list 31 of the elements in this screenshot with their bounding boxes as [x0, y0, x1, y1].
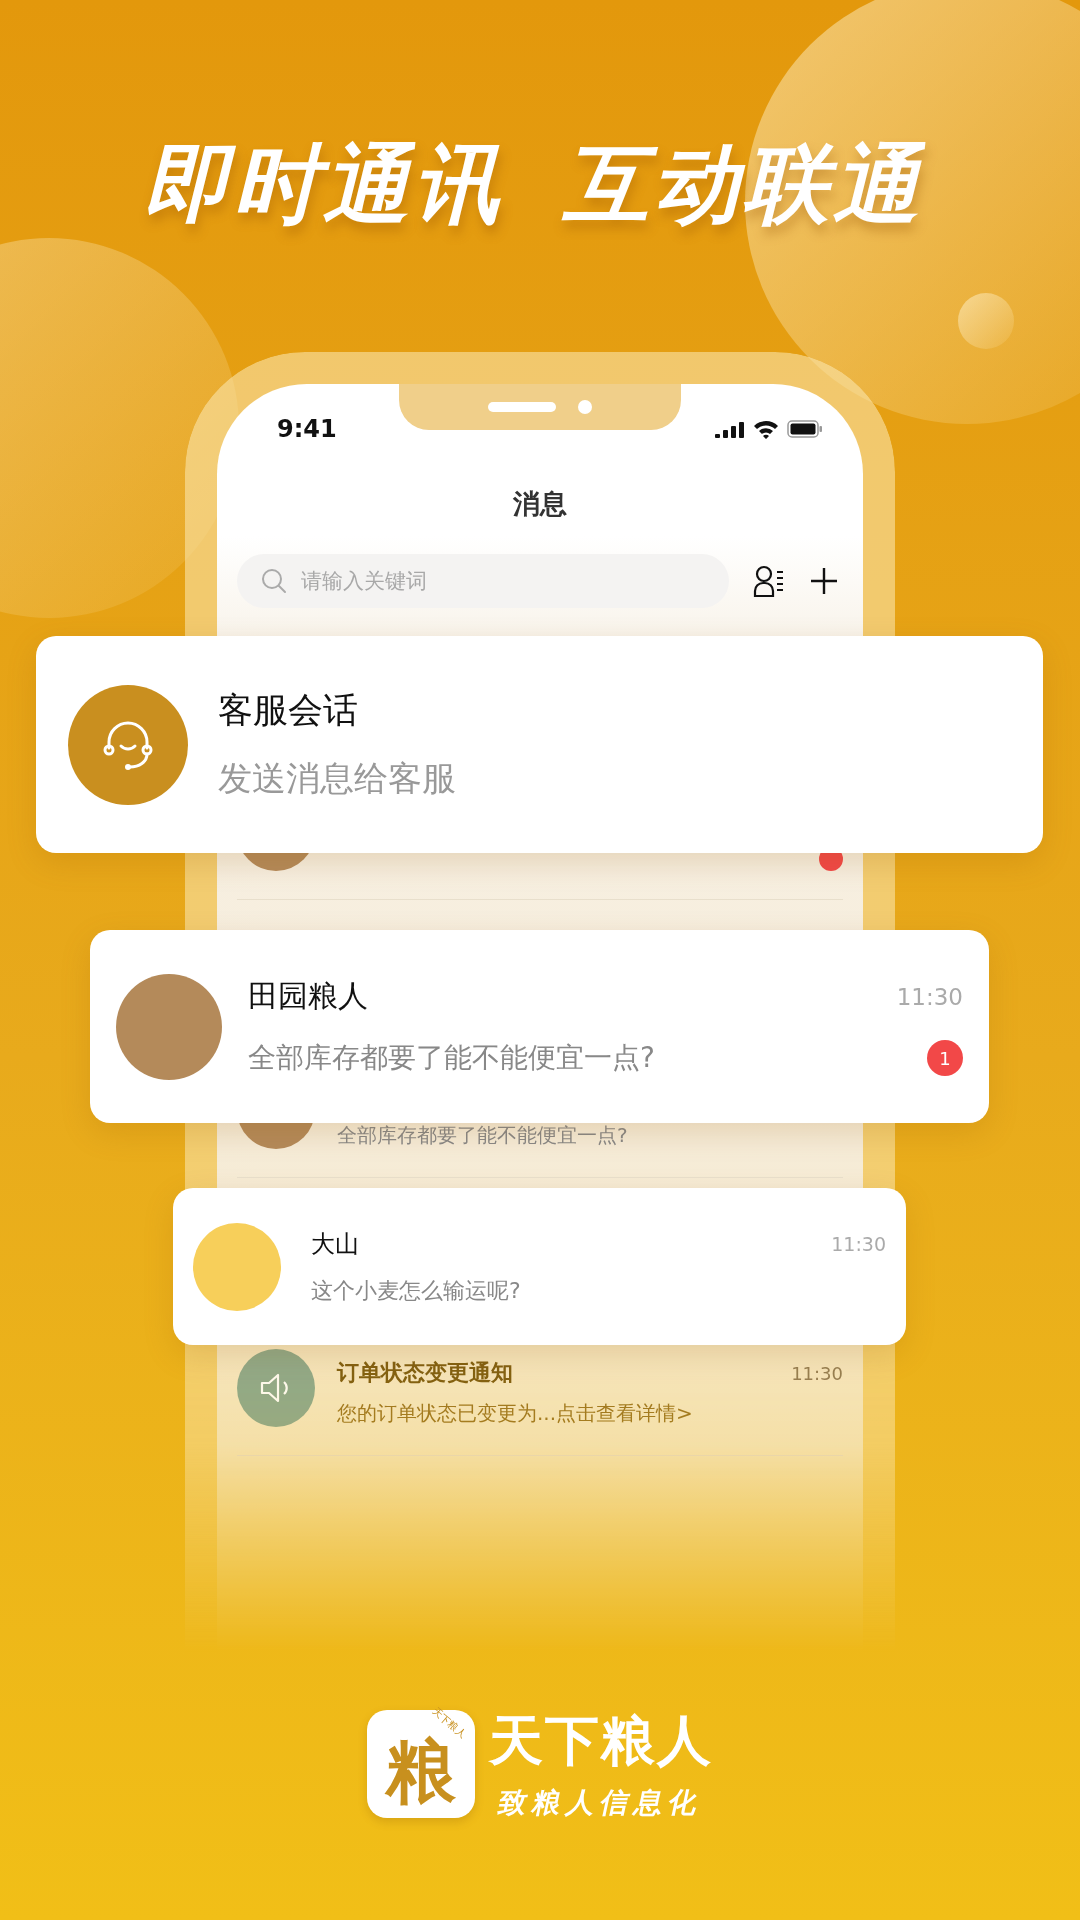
search-field[interactable]: 请输入关键词 — [237, 554, 729, 608]
camera-dot — [578, 400, 592, 414]
signal-icon — [715, 420, 745, 438]
service-card[interactable]: 客服会话 发送消息给客服 — [36, 636, 1043, 853]
status-time: 9:41 — [277, 415, 337, 443]
contacts-icon[interactable] — [753, 564, 785, 598]
service-title: 客服会话 — [218, 689, 359, 732]
chat-card[interactable]: 大山 11:30 这个小麦怎么输运呢? — [173, 1188, 906, 1345]
chat-card[interactable]: 田园粮人 11:30 全部库存都要了能不能便宜一点? 1 — [90, 930, 989, 1123]
battery-icon — [787, 420, 823, 438]
message-time: 11:30 — [791, 1362, 843, 1384]
page-title: 消息 — [512, 487, 568, 521]
speaker-grille — [488, 402, 556, 412]
headline: 即时通讯 — [136, 132, 524, 236]
message-time: 11:30 — [896, 983, 963, 1010]
message-preview: 您的订单状态已变更为...点击查看详情> — [337, 1400, 693, 1427]
brand-slogan: 致粮人信息化 — [494, 1785, 708, 1821]
notice-title: 订单状态变更通知 — [337, 1359, 513, 1387]
contact-name: 大山 — [311, 1228, 359, 1260]
headline: 互动联通 — [556, 132, 944, 236]
message-preview: 全部库存都要了能不能便宜一点? — [337, 1122, 628, 1149]
message-preview: 全部库存都要了能不能便宜一点? — [248, 1040, 655, 1076]
message-time: 11:30 — [831, 1232, 886, 1255]
plus-icon[interactable] — [809, 566, 839, 596]
search-icon — [261, 568, 287, 594]
service-subtitle: 发送消息给客服 — [218, 757, 457, 800]
wifi-icon — [753, 419, 779, 439]
brand-name: 天下粮人 — [489, 1708, 713, 1774]
unread-badge: 1 — [927, 1040, 963, 1076]
contact-name: 田园粮人 — [248, 977, 368, 1015]
message-preview: 这个小麦怎么输运呢? — [311, 1276, 521, 1305]
